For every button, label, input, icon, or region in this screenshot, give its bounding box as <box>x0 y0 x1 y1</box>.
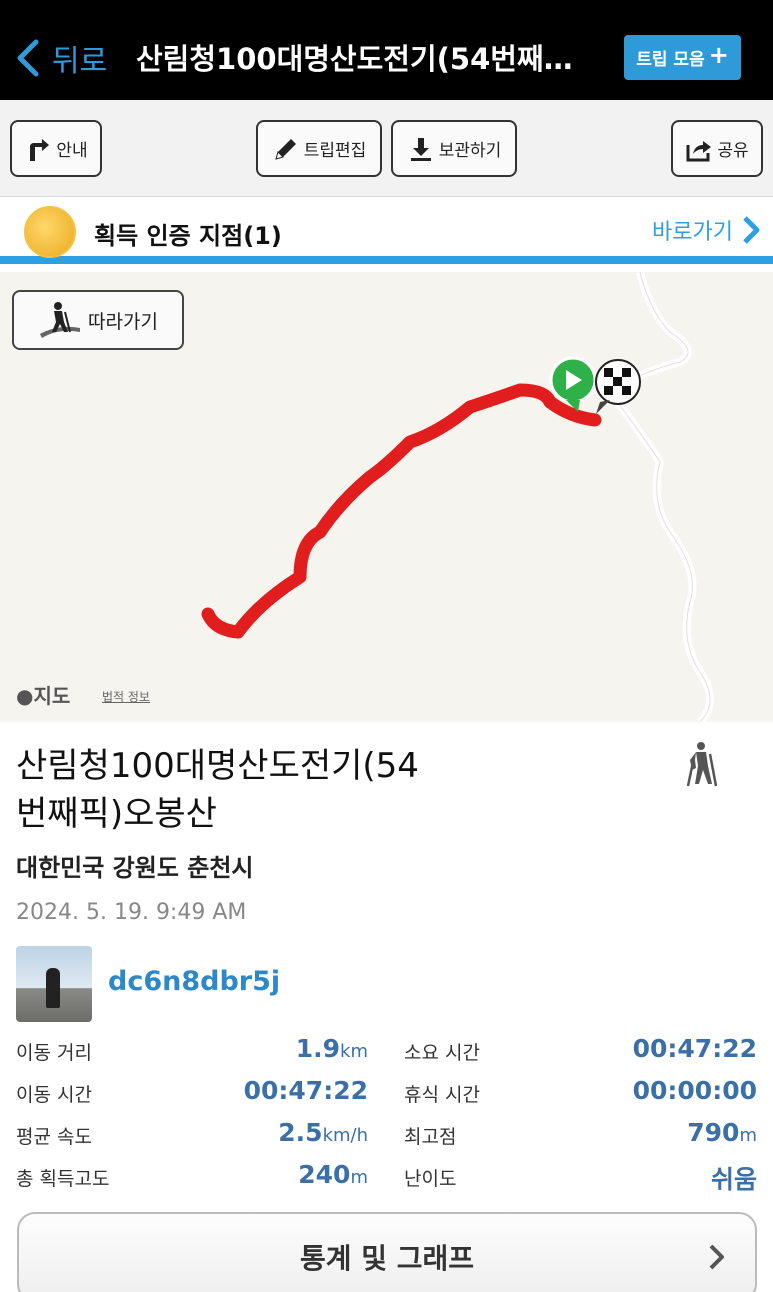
save-button[interactable]: 보관하기 <box>391 120 517 177</box>
follow-label: 따라가기 <box>88 310 158 333</box>
route-map[interactable]: 따라가기 ●지도 법적 정보 <box>0 272 773 722</box>
goto-label: 바로가기 <box>652 220 733 245</box>
medal-icon <box>24 206 76 258</box>
hiker-icon <box>40 302 81 338</box>
share-button[interactable]: 공유 <box>671 120 763 177</box>
avg-speed-label: 평균 속도 <box>16 1126 92 1148</box>
difficulty-value: 쉬움 <box>710 1165 757 1194</box>
edit-trip-button[interactable]: 트립편집 <box>256 120 382 177</box>
rest-time-value: 00:00:00 <box>632 1076 757 1105</box>
trip-title: 산림청100대명산도전기(54 번째픽)오봉산 <box>16 742 476 838</box>
share-label: 공유 <box>717 141 749 161</box>
chevron-right-icon <box>709 1244 724 1270</box>
page-title: 산림청100대명산도전기(54번째… <box>136 42 573 76</box>
avg-speed-value: 2.5km/h <box>278 1118 368 1147</box>
difficulty-label: 난이도 <box>404 1168 457 1190</box>
duration-value: 00:47:22 <box>632 1034 757 1063</box>
max-altitude-label: 최고점 <box>404 1126 457 1148</box>
share-icon <box>686 140 712 161</box>
trip-location: 대한민국 강원도 춘천시 <box>16 854 254 882</box>
plus-icon: + <box>708 40 729 69</box>
username-link[interactable]: dc6n8dbr5j <box>108 966 280 997</box>
certification-row[interactable]: 획득 인증 지점(1) 바로가기 <box>0 198 773 264</box>
duration-label: 소요 시간 <box>404 1042 480 1064</box>
edit-trip-label: 트립편집 <box>303 141 367 161</box>
goto-link[interactable]: 바로가기 <box>652 214 761 246</box>
distance-value: 1.9km <box>295 1034 368 1063</box>
route-line <box>201 383 602 639</box>
max-altitude-value: 790m <box>687 1118 757 1147</box>
stats-graph-label: 통계 및 그래프 <box>299 1242 475 1275</box>
stats-graph-button[interactable]: 통계 및 그래프 <box>17 1212 757 1292</box>
moving-time-label: 이동 시간 <box>16 1084 92 1106</box>
avatar-person <box>46 968 60 1008</box>
save-label: 보관하기 <box>438 141 502 161</box>
avatar[interactable] <box>16 946 92 1022</box>
maps-label: 지도 <box>33 684 71 708</box>
back-label: 뒤로 <box>52 44 108 79</box>
trip-title-line2: 번째픽)오봉산 <box>16 794 217 834</box>
trip-collection-button[interactable]: 트립 모음 + <box>624 35 741 80</box>
moving-time-value: 00:47:22 <box>243 1076 368 1105</box>
chevron-left-icon <box>17 39 39 77</box>
app-header: 뒤로 산림청100대명산도전기(54번째… 트립 모음 + <box>0 0 773 100</box>
guide-button[interactable]: 안내 <box>10 120 102 177</box>
trip-collection-label: 트립 모음 <box>636 50 705 70</box>
elevation-gain-label: 총 획득고도 <box>16 1168 110 1190</box>
turn-right-icon <box>30 138 50 161</box>
chevron-right-icon <box>743 216 760 244</box>
map-road <box>604 272 714 722</box>
back-button[interactable]: 뒤로 <box>16 36 107 80</box>
hiking-activity-icon <box>686 742 718 787</box>
toolbar: 안내 트립편집 보관하기 공유 <box>0 100 773 197</box>
trip-datetime: 2024. 5. 19. 9:49 AM <box>16 900 247 925</box>
trip-title-line1: 산림청100대명산도전기(54 <box>16 746 419 786</box>
rest-time-label: 휴식 시간 <box>404 1084 480 1106</box>
certification-text: 획득 인증 지점(1) <box>94 222 282 250</box>
maps-attribution: ●지도 <box>16 680 70 709</box>
guide-label: 안내 <box>56 141 88 161</box>
pencil-icon <box>274 138 296 160</box>
legal-link[interactable]: 법적 정보 <box>102 688 150 705</box>
elevation-gain-value: 240m <box>298 1160 368 1189</box>
apple-icon: ● <box>16 684 34 708</box>
follow-button[interactable]: 따라가기 <box>12 290 184 350</box>
distance-label: 이동 거리 <box>16 1042 92 1064</box>
download-icon <box>410 137 431 161</box>
